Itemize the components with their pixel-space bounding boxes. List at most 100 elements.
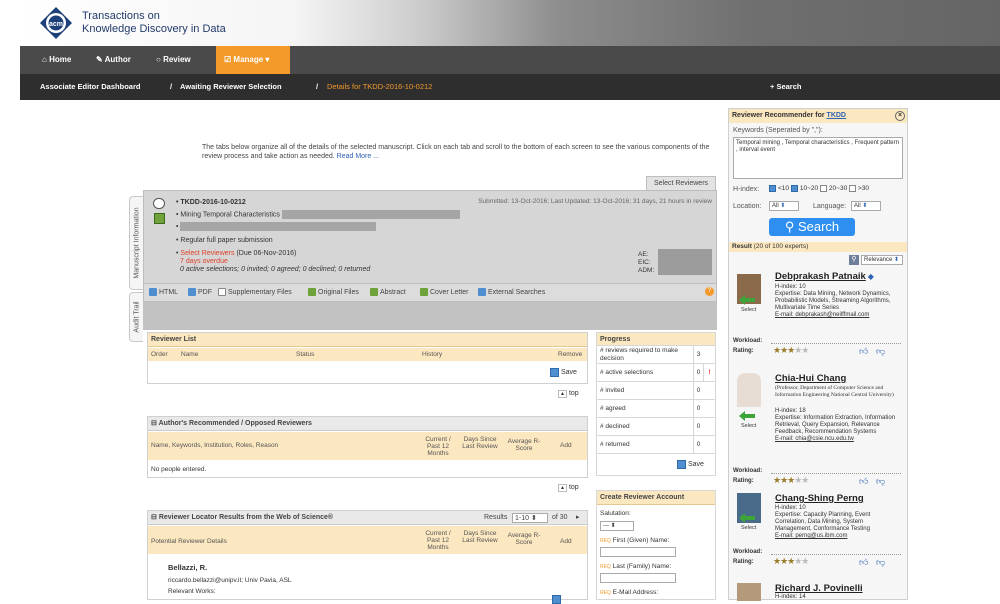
tab-select-reviewers[interactable]: Select Reviewers xyxy=(646,176,716,190)
relevant-works-label: Relevant Works: xyxy=(168,588,216,595)
expert-card: Select Chia-Hui Chang (Professor, Depart… xyxy=(729,371,907,486)
sort-select[interactable]: Relevance ⬍ xyxy=(861,255,903,265)
result-header: Result (20 of 100 experts) xyxy=(729,242,907,252)
chevron-down-icon: ▾ xyxy=(263,55,270,64)
sort-search-icon[interactable]: ⚲ xyxy=(849,255,859,265)
abstract-icon xyxy=(370,288,378,296)
select-arrow-icon[interactable] xyxy=(739,513,755,523)
editor-labels: AE: EIC: ADM: xyxy=(638,251,655,274)
language-select[interactable]: All ⬍ xyxy=(851,201,881,211)
acm-logo-icon[interactable]: acm xyxy=(38,6,74,40)
selection-summary: 0 active selections; 0 invited; 0 agreed… xyxy=(180,266,371,273)
tkdd-link[interactable]: TKDD xyxy=(827,112,846,119)
abstract-link[interactable]: Abstract xyxy=(370,288,406,296)
search-icon: ⚲ xyxy=(784,219,798,234)
thumbs-up-icon[interactable]: 👍︎ xyxy=(859,346,868,357)
expert-name[interactable]: Richard J. Povinelli xyxy=(775,583,863,594)
reviewer-list-save-button[interactable]: Save xyxy=(550,368,577,377)
location-select[interactable]: All ⬍ xyxy=(769,201,799,211)
thumbs-up-icon[interactable]: 👍︎ xyxy=(859,557,868,568)
collapse-icon: ⊟ xyxy=(151,420,159,427)
progress-row: # active selections 0! xyxy=(596,364,716,382)
manuscript-authors: • xyxy=(176,222,377,231)
save-icon xyxy=(677,460,686,469)
hindex-checkbox[interactable] xyxy=(769,185,776,192)
nav-review[interactable]: ○ Review xyxy=(148,46,199,74)
first-name-input[interactable] xyxy=(600,547,676,557)
expert-photo xyxy=(737,583,761,601)
keywords-input[interactable]: Temporal mining , Temporal characteristi… xyxy=(733,137,903,179)
progress-row: # agreed 0 xyxy=(596,400,716,418)
tab-audit-trail[interactable]: Audit Trail xyxy=(129,292,143,342)
select-arrow-icon[interactable] xyxy=(739,411,755,421)
thumbs-down-icon[interactable]: 👎︎ xyxy=(876,557,885,568)
thumbs-down-icon[interactable]: 👎︎ xyxy=(876,476,885,487)
create-account-panel: Create Reviewer Account Salutation: --- … xyxy=(596,490,716,600)
letter-icon xyxy=(420,288,428,296)
nav-manage[interactable]: ☑ Manage ▾ xyxy=(216,46,290,74)
hindex-checkbox[interactable] xyxy=(790,185,798,192)
up-arrow-icon: ▴ xyxy=(558,390,568,398)
reviewer-list-title: Reviewer List xyxy=(148,333,587,347)
breadcrumb-awaiting[interactable]: Awaiting Reviewer Selection xyxy=(180,74,282,100)
top-link[interactable]: ▴ top xyxy=(558,390,579,398)
salutation-select[interactable]: --- ⬍ xyxy=(600,521,634,531)
manuscript-type: • Regular full paper submission xyxy=(176,237,273,244)
breadcrumb-dashboard[interactable]: Associate Editor Dashboard xyxy=(40,74,140,100)
progress-save-button[interactable]: Save xyxy=(677,460,704,469)
supplementary-files-link[interactable]: Supplementary Files xyxy=(218,288,292,296)
warning-icon: ! xyxy=(703,364,715,381)
svg-text:acm: acm xyxy=(49,21,63,28)
hindex-checkbox[interactable] xyxy=(819,185,827,192)
rating-stars: ★★★★★ xyxy=(773,556,809,566)
results-range-select[interactable]: 1-10 ⬍ xyxy=(512,513,548,523)
expert-name[interactable]: Debprakash Patnaik ◆ xyxy=(775,271,874,282)
search-button[interactable]: ⚲ Search xyxy=(769,218,855,236)
external-searches-link[interactable]: External Searches xyxy=(478,288,545,296)
speech-bubble-icon[interactable] xyxy=(153,198,165,209)
cover-letter-link[interactable]: Cover Letter xyxy=(420,288,469,296)
thumbs-up-icon[interactable]: 👍︎ xyxy=(859,476,868,487)
expert-name[interactable]: Chia-Hui Chang xyxy=(775,373,846,384)
recommended-title[interactable]: ⊟ Author's Recommended / Opposed Reviewe… xyxy=(148,417,587,431)
original-files-link[interactable]: Original Files xyxy=(308,288,359,296)
expert-photo xyxy=(737,373,761,407)
site-title[interactable]: Transactions on Knowledge Discovery in D… xyxy=(82,10,302,36)
pdf-link[interactable]: PDF xyxy=(188,288,212,296)
html-icon xyxy=(149,288,157,296)
hindex-filter: <10 10~20 20~30 >30 xyxy=(769,185,869,192)
nav-home[interactable]: ⌂ Home xyxy=(34,46,79,74)
locator-panel: ⊟ Reviewer Locator Results from the Web … xyxy=(147,510,588,604)
content-band xyxy=(143,302,717,330)
site-header: acm Transactions on Knowledge Discovery … xyxy=(20,0,1000,46)
progress-title: Progress xyxy=(596,332,716,346)
html-link[interactable]: HTML xyxy=(149,288,178,296)
tab-manuscript-information[interactable]: Manuscript Information xyxy=(129,196,143,290)
close-icon[interactable]: × xyxy=(895,111,905,121)
home-icon: ⌂ xyxy=(42,55,50,64)
recommended-panel: ⊟ Author's Recommended / Opposed Reviewe… xyxy=(147,416,588,478)
rating-stars: ★★★★★ xyxy=(773,475,809,485)
status-link[interactable]: Select Reviewers xyxy=(180,250,234,257)
help-icon[interactable]: ? xyxy=(705,287,714,296)
select-arrow-icon[interactable] xyxy=(739,295,755,305)
last-name-input[interactable] xyxy=(600,573,676,583)
pencil-icon: ✎ xyxy=(96,55,105,64)
next-page-icon[interactable]: ▸ xyxy=(576,511,580,525)
locator-title[interactable]: ⊟ Reviewer Locator Results from the Web … xyxy=(148,511,587,525)
hindex-checkbox[interactable] xyxy=(849,185,856,192)
expert-name[interactable]: Chang-Shing Perng xyxy=(775,493,864,504)
reviewer-list-header: Order Name Status History Remove xyxy=(148,348,587,361)
search-link[interactable]: + Search xyxy=(770,74,801,100)
reviewer-name[interactable]: Bellazzi, R. xyxy=(168,563,207,572)
read-more-link[interactable]: Read More ... xyxy=(337,153,379,160)
verified-icon: ◆ xyxy=(867,272,874,281)
redacted-editors xyxy=(658,249,712,275)
nav-author[interactable]: ✎ Author xyxy=(88,46,139,74)
redacted-block xyxy=(281,210,460,219)
manuscript-id: • TKDD-2016-10-0212 xyxy=(176,199,246,206)
collapse-icon: ⊟ xyxy=(151,514,159,521)
recommender-title: Reviewer Recommender for TKDD × xyxy=(729,109,907,123)
top-link[interactable]: ▴ top xyxy=(558,484,579,492)
thumbs-down-icon[interactable]: 👎︎ xyxy=(876,346,885,357)
